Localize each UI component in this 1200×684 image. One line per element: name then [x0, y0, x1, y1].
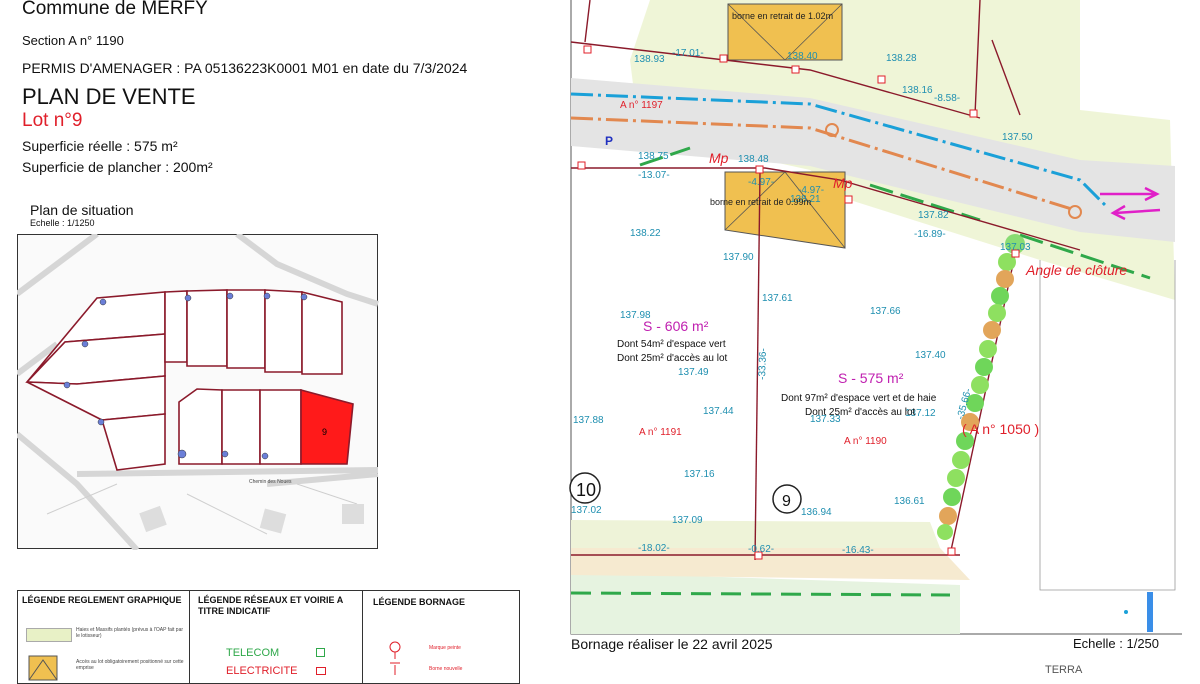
svg-text:138.93: 138.93 — [634, 54, 665, 65]
svg-text:-4.97-: -4.97- — [748, 177, 774, 188]
lot9-number: 9 — [782, 493, 791, 510]
situation-title: Plan de situation — [30, 202, 134, 218]
lot10-detail-1: Dont 54m² d'espace vert — [617, 339, 726, 350]
parcel — [301, 290, 343, 375]
lot9-detail-1: Dont 97m² d'espace vert et de haie — [781, 393, 937, 404]
legend-col-reseaux: LÉGENDE RÉSEAUX ET VOIRIE A TITRE INDICA… — [190, 591, 363, 683]
svg-text:137.50: 137.50 — [1002, 132, 1033, 143]
svg-text:138.40: 138.40 — [787, 51, 818, 62]
svg-text:138.22: 138.22 — [630, 228, 661, 239]
telecom-icon — [316, 648, 325, 657]
electricite-label: ELECTRICITE — [226, 665, 298, 677]
marque-peinte-label: Marque peinte — [429, 645, 461, 651]
section-label: Section A n° 1190 — [22, 33, 124, 48]
access-zone-bottom — [724, 171, 846, 249]
situation-scale: Echelle : 1/1250 — [30, 218, 95, 228]
mp-label: Mp — [833, 175, 853, 191]
svg-text:137.44: 137.44 — [703, 406, 734, 417]
svg-text:137.02: 137.02 — [571, 505, 602, 516]
svg-text:137.66: 137.66 — [870, 306, 901, 317]
superficie-plancher: Superficie de plancher : 200m² — [22, 159, 213, 175]
svg-text:136.94: 136.94 — [801, 507, 832, 518]
legend-graphique-title: LÉGENDE REGLEMENT GRAPHIQUE — [22, 595, 182, 605]
svg-text:137.09: 137.09 — [672, 515, 703, 526]
legend-col-bornage: LÉGENDE BORNAGE Marque peinte Borne nouv… — [363, 591, 519, 683]
blue-dot — [1124, 610, 1128, 614]
situation-lot-number: 9 — [322, 427, 327, 437]
plan-scale: Echelle : 1/250 — [1073, 636, 1160, 651]
svg-text:137.40: 137.40 — [915, 350, 946, 361]
haie-swatch — [26, 628, 72, 642]
haie-legend-label: Haies et Massifs plantés (prévus à l'OAP… — [76, 627, 184, 639]
bornage-date: Bornage réaliser le 22 avril 2025 — [571, 636, 773, 652]
lot9-area: S - 575 m² — [838, 370, 904, 386]
legend-reseaux-title: LÉGENDE RÉSEAUX ET VOIRIE A TITRE INDICA… — [198, 595, 343, 616]
lot-number: Lot n°9 — [22, 110, 83, 131]
parcel — [259, 389, 302, 465]
svg-text:-16.89-: -16.89- — [914, 229, 946, 240]
plan-title: PLAN DE VENTE — [22, 84, 196, 109]
borne-nouvelle-label: Borne nouvelle — [429, 666, 463, 672]
electricite-icon — [316, 667, 326, 675]
lot10-area: S - 606 m² — [643, 318, 709, 334]
blue-marker — [1147, 592, 1153, 632]
svg-text:137.49: 137.49 — [678, 367, 709, 378]
permis-label: PERMIS D'AMENAGER : PA 05136223K0001 M01… — [22, 60, 468, 76]
parcel-1197-label: A n° 1197 — [620, 100, 663, 111]
house-shape — [342, 504, 364, 524]
legend-bornage-title: LÉGENDE BORNAGE — [373, 597, 466, 607]
svg-text:138.75: 138.75 — [638, 151, 669, 162]
svg-text:136.61: 136.61 — [894, 496, 925, 507]
p-label: P — [605, 134, 613, 148]
svg-text:137.88: 137.88 — [573, 415, 604, 426]
svg-text:-0.62-: -0.62- — [748, 544, 774, 555]
parcel-1191-label: A n° 1191 — [639, 427, 682, 438]
angle-cloture-label: Angle de clôture — [1025, 262, 1127, 278]
svg-text:-16.43-: -16.43- — [842, 545, 874, 556]
grass-strip — [571, 572, 960, 634]
svg-text:137.61: 137.61 — [762, 293, 793, 304]
commune-title: Commune de MERFY — [22, 0, 208, 19]
svg-text:138.16: 138.16 — [902, 85, 933, 96]
svg-text:137.16: 137.16 — [684, 469, 715, 480]
legend-box: LÉGENDE REGLEMENT GRAPHIQUE Haies et Mas… — [17, 590, 520, 684]
svg-text:137.90: 137.90 — [723, 252, 754, 263]
borne-top-note: borne en retrait de 1.02m — [732, 11, 833, 21]
situation-street: Chemin des Noues — [249, 479, 292, 485]
mp-label: Mp — [709, 150, 729, 166]
parcel — [226, 289, 266, 369]
situation-map: 9 Chemin des Noues — [17, 234, 379, 550]
parcel — [264, 289, 303, 373]
hedge-plants — [937, 234, 1025, 540]
svg-text:-18.02-: -18.02- — [638, 543, 670, 554]
parcel — [186, 289, 228, 367]
neighbour-outline — [1039, 260, 1176, 591]
borne-icon — [389, 641, 401, 675]
parcel-1190-label: A n° 1190 — [844, 436, 887, 447]
lot10-number: 10 — [576, 480, 596, 500]
svg-text:138.28: 138.28 — [886, 53, 917, 64]
access-legend-label: Accès au lot obligatoirement positionné … — [76, 659, 184, 671]
svg-text:-13.07-: -13.07- — [638, 170, 670, 181]
svg-text:-17.01-: -17.01- — [672, 48, 704, 59]
parcel-1050-label: ( A n° 1050 ) — [962, 421, 1039, 437]
parcel — [164, 290, 188, 363]
terra-logo: TERRA — [1045, 664, 1083, 676]
plan-de-vente-map: 138.93 -17.01- 138.40 138.28 138.16 -8.5… — [569, 0, 1182, 635]
svg-text:137.82: 137.82 — [918, 210, 949, 221]
legend-col-graphique: LÉGENDE REGLEMENT GRAPHIQUE Haies et Mas… — [18, 591, 190, 683]
superficie-reelle: Superficie réelle : 575 m² — [22, 138, 178, 154]
svg-text:137.03: 137.03 — [1000, 242, 1031, 253]
telecom-label: TELECOM — [226, 647, 280, 659]
borne-bottom-note: borne en retrait de 0.99m — [710, 197, 811, 207]
access-swatch — [28, 655, 58, 681]
lot10-detail-2: Dont 25m² d'accès au lot — [617, 353, 728, 364]
svg-text:138.48: 138.48 — [738, 154, 769, 165]
svg-text:-8.58-: -8.58- — [934, 93, 960, 104]
svg-text:-33.36-: -33.36- — [757, 348, 769, 380]
lot9-detail-2: Dont 25m² d'accès au lot — [805, 407, 916, 418]
